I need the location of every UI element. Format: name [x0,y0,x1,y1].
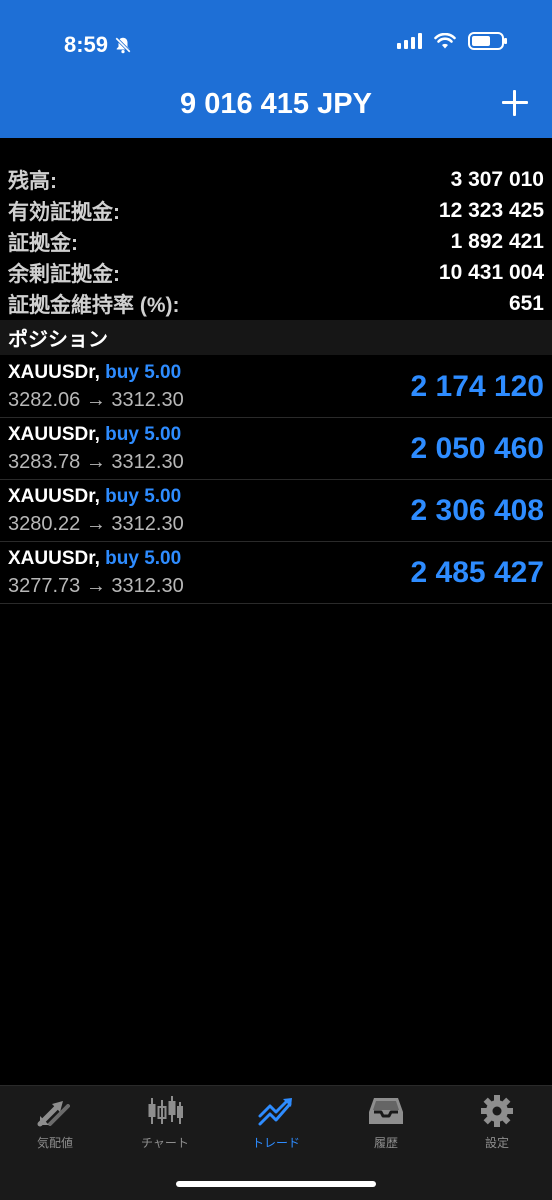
position-symbol-line: XAUUSDr, buy 5.00 [8,362,181,384]
summary-row-margin-level: 証拠金維持率 (%): 651 [0,288,552,319]
position-prices: 3280.22 → 3312.30 [8,513,184,535]
tab-label: チャート [141,1136,189,1150]
tab-label: 履歴 [373,1136,398,1150]
add-order-button[interactable] [500,88,530,118]
summary-value: 1 892 421 [450,229,544,253]
quotes-arrows-icon [37,1101,70,1127]
position-side: buy 5.00 [105,486,182,507]
position-row[interactable]: XAUUSDr, buy 5.00 3282.06 → 3312.30 2 17… [0,356,552,418]
position-symbol: XAUUSDr, [8,548,100,569]
clock-text: 8:59 [64,32,109,57]
tab-history[interactable]: 履歴 [331,1094,441,1151]
position-prices: 3277.73 → 3312.30 [8,575,184,597]
position-row[interactable]: XAUUSDr, buy 5.00 3283.78 → 3312.30 2 05… [0,418,552,480]
position-symbol-line: XAUUSDr, buy 5.00 [8,424,181,446]
cellular-signal-icon [397,33,422,49]
tab-settings[interactable]: 設定 [442,1094,552,1151]
candlestick-chart-icon [148,1096,183,1124]
summary-label: 残高: [8,169,57,193]
position-side: buy 5.00 [105,362,182,383]
account-equity-title: 9 016 415 JPY [180,88,372,120]
summary-value: 10 431 004 [438,260,544,284]
bell-muted-icon [114,36,132,54]
position-profit: 2 306 408 [410,494,544,527]
status-bar-time: 8:59 [64,32,132,58]
position-symbol: XAUUSDr, [8,362,100,383]
position-profit: 2 050 460 [410,432,544,465]
summary-row-margin: 証拠金: 1 892 421 [0,226,552,257]
wifi-icon [434,33,456,49]
tab-quotes[interactable]: 気配値 [0,1094,110,1151]
inbox-tray-icon [369,1098,403,1124]
position-prices: 3282.06 → 3312.30 [8,389,184,411]
position-side: buy 5.00 [105,424,182,445]
tab-trade[interactable]: トレード [221,1094,331,1151]
position-symbol: XAUUSDr, [8,486,100,507]
home-indicator[interactable] [176,1181,376,1187]
summary-label: 証拠金維持率 (%): [8,293,180,317]
account-summary: 残高: 3 307 010 有効証拠金: 12 323 425 証拠金: 1 8… [0,164,552,319]
position-row[interactable]: XAUUSDr, buy 5.00 3277.73 → 3312.30 2 48… [0,542,552,604]
summary-label: 有効証拠金: [8,200,120,224]
position-prices: 3283.78 → 3312.30 [8,451,184,473]
summary-label: 余剰証拠金: [8,262,120,286]
summary-row-equity: 有効証拠金: 12 323 425 [0,195,552,226]
positions-list: XAUUSDr, buy 5.00 3282.06 → 3312.30 2 17… [0,356,552,604]
position-symbol: XAUUSDr, [8,424,100,445]
positions-section-header: ポジション [0,320,552,355]
trade-chart-icon [258,1098,292,1126]
tab-label: トレード [251,1136,300,1150]
battery-icon [468,32,507,50]
top-bar: 8:59 9 016 415 JPY [0,0,552,138]
tab-chart[interactable]: チャート [110,1094,220,1151]
summary-label: 証拠金: [8,231,78,255]
position-row[interactable]: XAUUSDr, buy 5.00 3280.22 → 3312.30 2 30… [0,480,552,542]
position-symbol-line: XAUUSDr, buy 5.00 [8,486,181,508]
gear-icon [481,1095,513,1127]
summary-row-balance: 残高: 3 307 010 [0,164,552,195]
summary-value: 651 [508,291,544,315]
summary-row-free-margin: 余剰証拠金: 10 431 004 [0,257,552,288]
status-indicators [397,32,507,50]
tab-label: 設定 [484,1136,509,1150]
position-symbol-line: XAUUSDr, buy 5.00 [8,548,181,570]
summary-value: 3 307 010 [450,167,544,191]
summary-value: 12 323 425 [438,198,544,222]
tab-label: 気配値 [36,1136,73,1150]
position-profit: 2 174 120 [410,370,544,403]
position-side: buy 5.00 [105,548,182,569]
position-profit: 2 485 427 [410,556,544,589]
